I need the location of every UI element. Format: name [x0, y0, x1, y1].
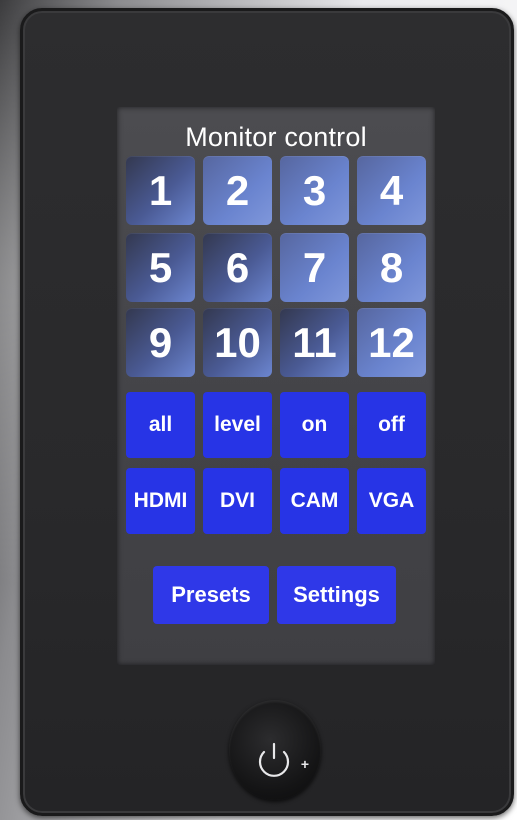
presets-button[interactable]: Presets — [153, 566, 269, 624]
screen-title: Monitor control — [185, 122, 367, 152]
monitor-button-2[interactable]: 2 — [203, 156, 272, 225]
power-plus-icon: + — [258, 742, 309, 777]
source-hdmi-button[interactable]: HDMI — [126, 468, 195, 534]
monitor-button-12[interactable]: 12 — [357, 308, 426, 377]
monitor-button-4[interactable]: 4 — [357, 156, 426, 225]
monitor-button-5[interactable]: 5 — [126, 233, 195, 302]
source-vga-button[interactable]: VGA — [357, 468, 426, 534]
monitor-button-9[interactable]: 9 — [126, 308, 195, 377]
monitor-button-7[interactable]: 7 — [280, 233, 349, 302]
monitor-button-1[interactable]: 1 — [126, 156, 195, 225]
source-dvi-button[interactable]: DVI — [203, 468, 272, 534]
action-on-button[interactable]: on — [280, 392, 349, 458]
settings-button[interactable]: Settings — [277, 566, 396, 624]
monitor-button-3[interactable]: 3 — [280, 156, 349, 225]
monitor-button-8[interactable]: 8 — [357, 233, 426, 302]
action-level-button[interactable]: level — [203, 392, 272, 458]
power-knob[interactable]: + — [229, 700, 321, 800]
power-plus-label: + — [301, 756, 309, 772]
action-off-button[interactable]: off — [357, 392, 426, 458]
monitor-button-6[interactable]: 6 — [203, 233, 272, 302]
source-cam-button[interactable]: CAM — [280, 468, 349, 534]
monitor-button-10[interactable]: 10 — [203, 308, 272, 377]
monitor-button-11[interactable]: 11 — [280, 308, 349, 377]
action-all-button[interactable]: all — [126, 392, 195, 458]
